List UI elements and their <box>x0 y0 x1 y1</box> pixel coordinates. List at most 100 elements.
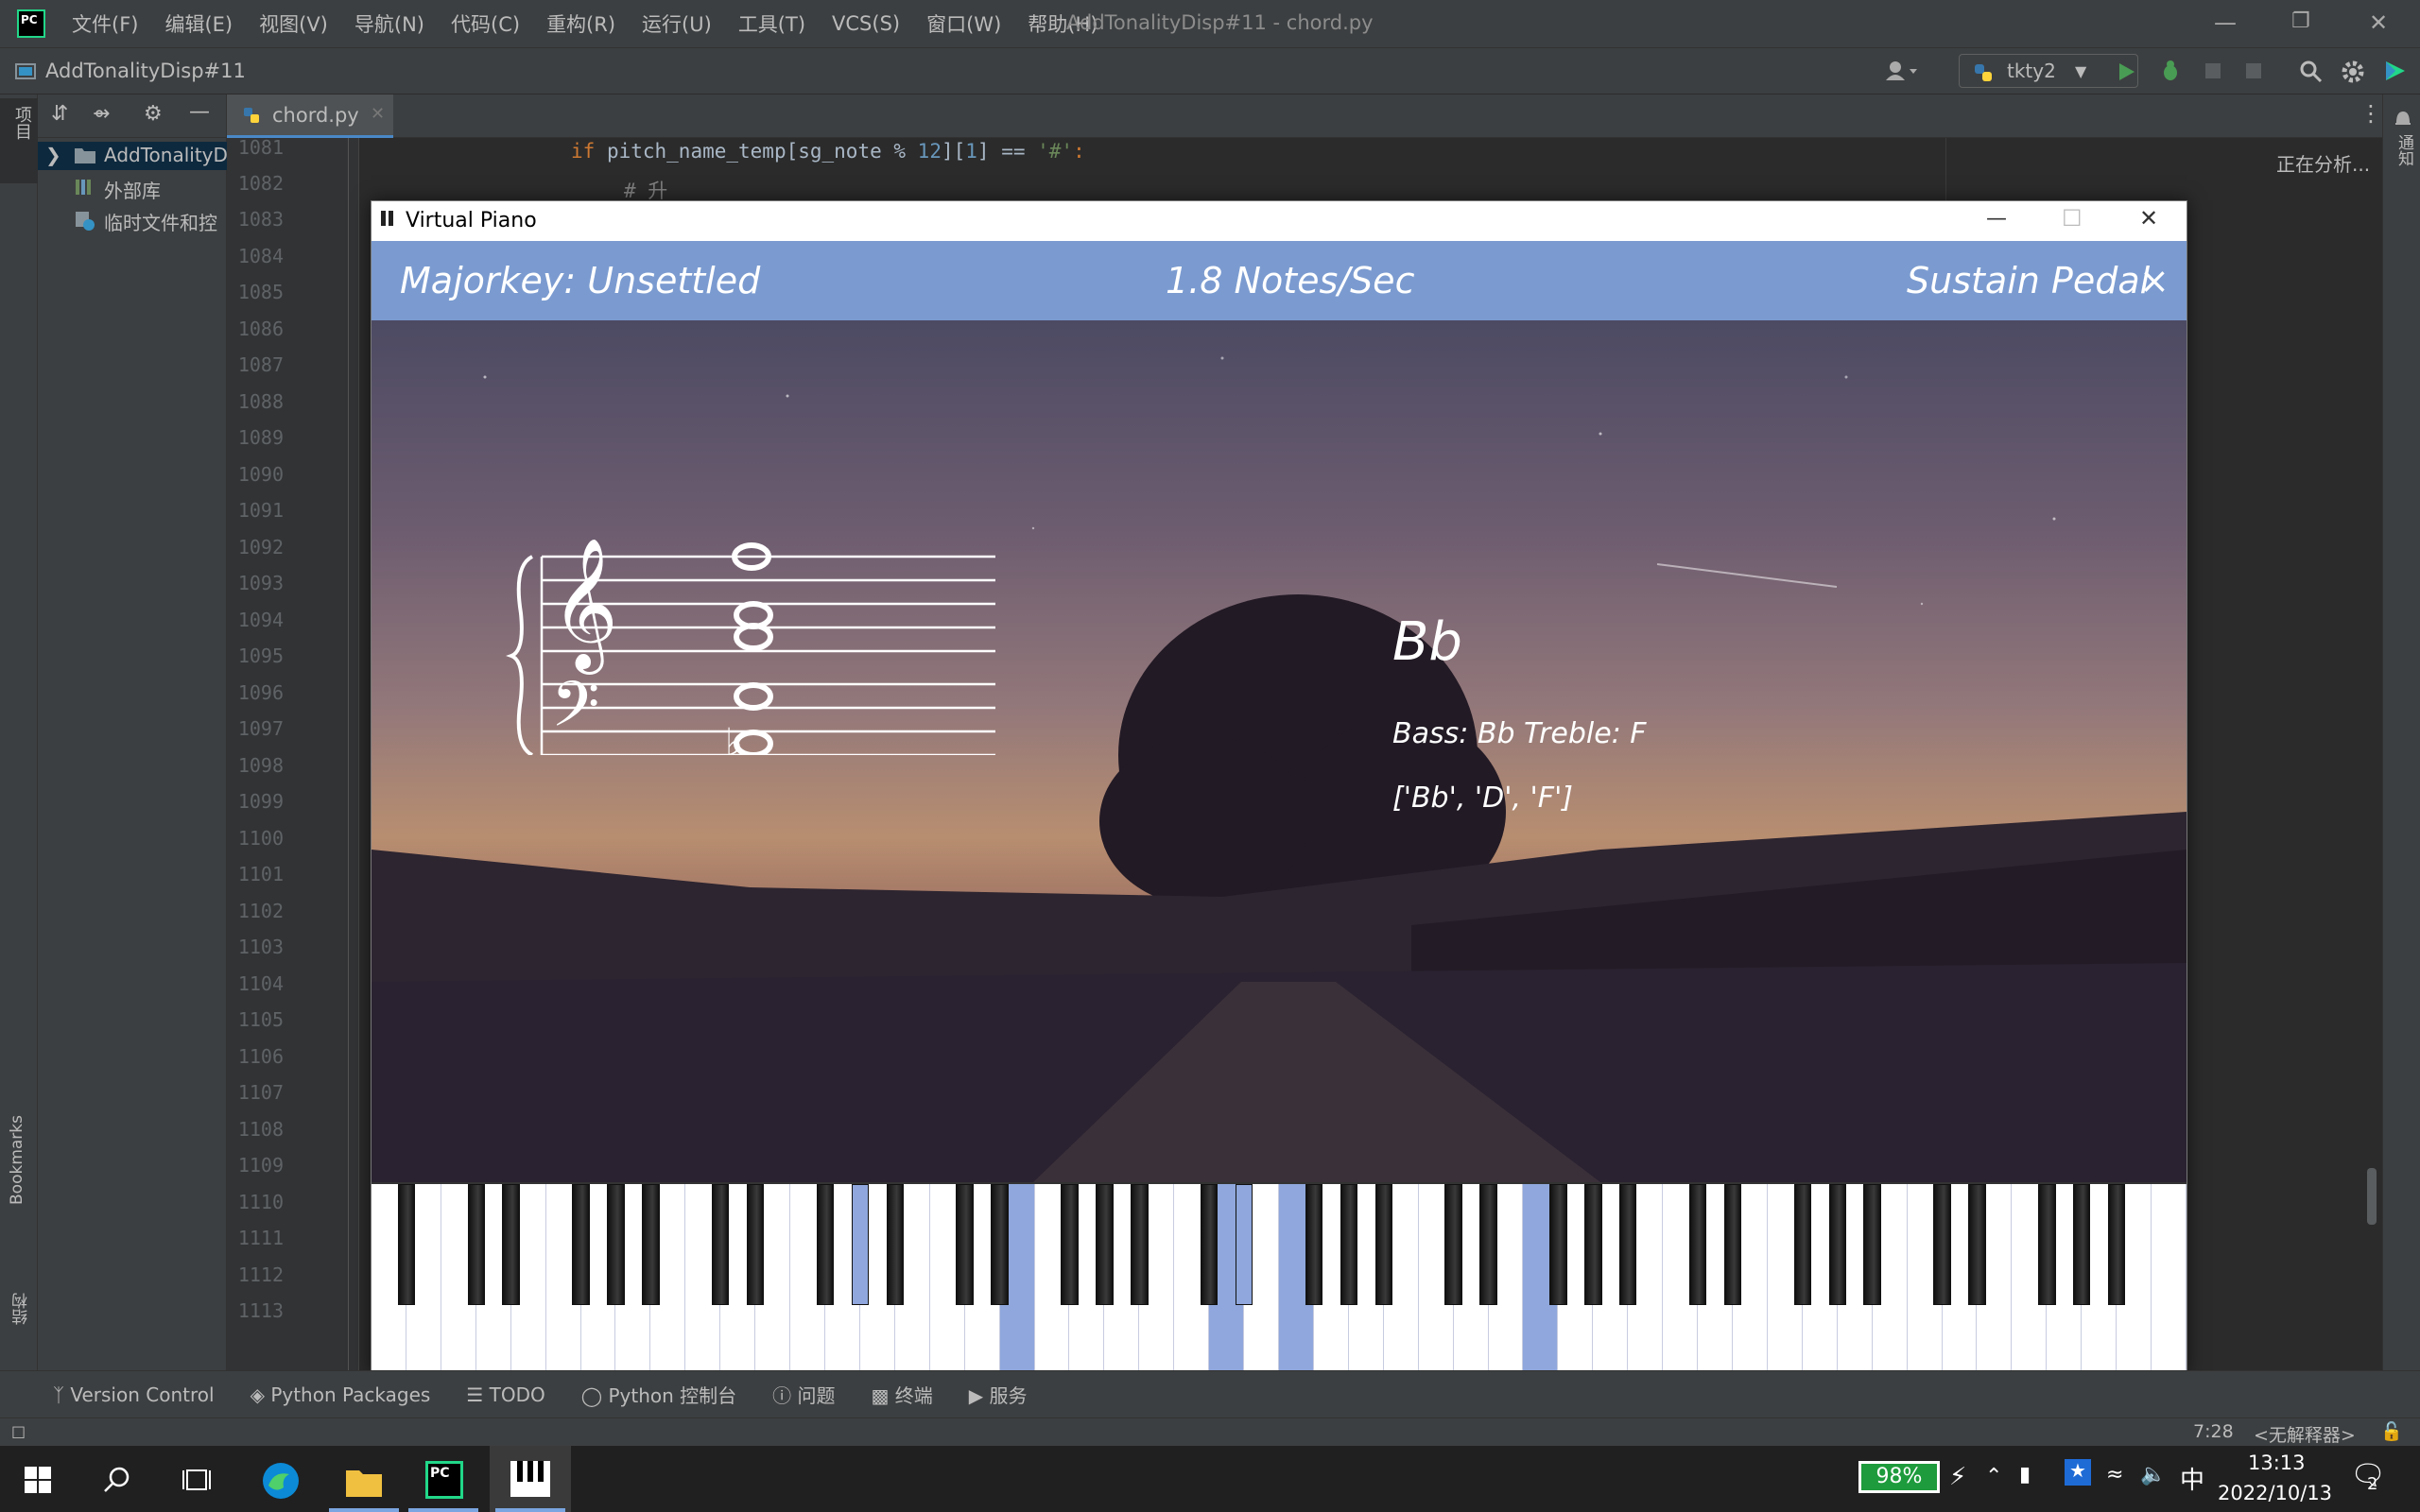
editor-scrollbar[interactable] <box>2367 1168 2377 1225</box>
todo-tab[interactable]: ☰ TODO <box>466 1383 544 1406</box>
project-tool-tab[interactable]: 项目 <box>0 98 38 183</box>
black-key[interactable] <box>1096 1184 1114 1305</box>
white-key[interactable] <box>2152 1184 2187 1373</box>
clock-date[interactable]: 2022/10/13 <box>2218 1482 2332 1504</box>
piano-minimize-icon[interactable]: — <box>1986 207 2007 231</box>
problems-tab[interactable]: ⓘ 问题 <box>772 1381 835 1408</box>
black-key[interactable] <box>746 1184 765 1305</box>
expand-arrow-icon[interactable]: ❯ <box>45 144 61 166</box>
bookmarks-tool-tab[interactable]: Bookmarks <box>8 1115 26 1205</box>
black-key[interactable] <box>397 1184 416 1305</box>
black-key[interactable] <box>572 1184 590 1305</box>
menu-run[interactable]: 运行(U) <box>642 9 712 38</box>
windows-start-icon[interactable] <box>25 1467 51 1493</box>
black-key[interactable] <box>2107 1184 2126 1305</box>
lock-icon[interactable]: 🔓 <box>2380 1420 2403 1442</box>
black-key[interactable] <box>851 1184 870 1305</box>
tray-chevron-icon[interactable]: ⌃ <box>1985 1465 2002 1488</box>
edge-browser-icon[interactable] <box>261 1461 301 1501</box>
python-console-tab[interactable]: ◯ Python 控制台 <box>581 1381 736 1408</box>
black-key[interactable] <box>2038 1184 2056 1305</box>
code-line-1081[interactable]: if pitch_name_temp[sg_note % 12][1] == '… <box>571 140 1085 163</box>
structure-tool-tab[interactable]: 结构 <box>9 1293 33 1325</box>
menu-edit[interactable]: 编辑(E) <box>164 9 233 38</box>
clock-time[interactable]: 13:13 <box>2248 1452 2306 1474</box>
black-key[interactable] <box>956 1184 974 1305</box>
close-icon[interactable]: ✕ <box>2369 9 2388 36</box>
tree-item-project[interactable]: AddTonalityD <box>104 144 227 166</box>
piano-maximize-icon[interactable]: ☐ <box>2062 205 2083 232</box>
taskbar-search-icon[interactable] <box>102 1465 132 1495</box>
piano-keyboard[interactable] <box>372 1182 2187 1373</box>
black-key[interactable] <box>1235 1184 1253 1305</box>
ime-indicator[interactable]: 中 <box>2180 1461 2204 1496</box>
black-key[interactable] <box>467 1184 485 1305</box>
menu-file[interactable]: 文件(F) <box>72 9 138 38</box>
run-config-dropdown[interactable]: tkty2 ▼ <box>1959 54 2138 88</box>
user-icon[interactable] <box>1885 60 1917 82</box>
battery-indicator[interactable]: 98% <box>1858 1461 1940 1493</box>
menu-window[interactable]: 窗口(W) <box>926 9 1001 38</box>
restore-icon[interactable]: ❐ <box>2291 9 2310 33</box>
minimize-icon[interactable]: — <box>2214 9 2237 36</box>
wifi-icon[interactable]: ≈ <box>2106 1463 2123 1486</box>
black-key[interactable] <box>2073 1184 2091 1305</box>
black-key[interactable] <box>1688 1184 1707 1305</box>
black-key[interactable] <box>712 1184 730 1305</box>
more-options-icon[interactable]: ⋮ <box>2360 100 2382 127</box>
terminal-tab[interactable]: ▩ 终端 <box>872 1381 933 1408</box>
sustain-close-icon[interactable]: × <box>2139 260 2169 301</box>
jetbrains-toolbox-icon[interactable] <box>2382 58 2409 84</box>
black-key[interactable] <box>1968 1184 1986 1305</box>
menu-tools[interactable]: 工具(T) <box>738 9 805 38</box>
python-packages-tab[interactable]: ◈ Python Packages <box>251 1383 431 1406</box>
black-key[interactable] <box>1200 1184 1219 1305</box>
black-key[interactable] <box>1828 1184 1846 1305</box>
black-key[interactable] <box>1863 1184 1881 1305</box>
debug-icon[interactable] <box>2159 60 2182 82</box>
black-key[interactable] <box>1479 1184 1497 1305</box>
battery-tray-icon[interactable]: ▮ <box>2019 1463 2031 1486</box>
black-key[interactable] <box>886 1184 905 1305</box>
black-key[interactable] <box>1061 1184 1079 1305</box>
volume-icon[interactable]: 🔈 <box>2140 1463 2166 1486</box>
black-key[interactable] <box>1305 1184 1323 1305</box>
tab-close-icon[interactable]: ✕ <box>371 104 385 124</box>
layout-icon[interactable]: □ <box>11 1422 26 1440</box>
black-key[interactable] <box>1723 1184 1742 1305</box>
search-icon[interactable] <box>2299 60 2324 84</box>
black-key[interactable] <box>1374 1184 1392 1305</box>
pycharm-taskbar-icon[interactable]: PC <box>425 1461 463 1499</box>
menu-navigate[interactable]: 导航(N) <box>354 9 424 38</box>
hide-panel-icon[interactable]: — <box>189 100 210 124</box>
coverage-icon[interactable] <box>2203 60 2225 82</box>
piano-close-icon[interactable]: ✕ <box>2139 205 2158 232</box>
bell-icon[interactable] <box>2393 108 2413 129</box>
services-tab[interactable]: ▶ 服务 <box>969 1381 1028 1408</box>
project-breadcrumb[interactable]: AddTonalityDisp#11 <box>45 60 246 82</box>
menu-view[interactable]: 视图(V) <box>259 9 328 38</box>
black-key[interactable] <box>1933 1184 1951 1305</box>
version-control-tab[interactable]: ᛉ Version Control <box>53 1383 215 1406</box>
black-key[interactable] <box>991 1184 1009 1305</box>
tree-item-scratches[interactable]: 临时文件和控 <box>104 208 227 235</box>
menu-refactor[interactable]: 重构(R) <box>546 9 615 38</box>
black-key[interactable] <box>607 1184 625 1305</box>
black-key[interactable] <box>1444 1184 1462 1305</box>
black-key[interactable] <box>1340 1184 1358 1305</box>
black-key[interactable] <box>1619 1184 1637 1305</box>
interpreter-status[interactable]: <无解释器> <box>2254 1421 2356 1447</box>
run-icon[interactable] <box>2118 61 2136 82</box>
piano-taskbar-button[interactable] <box>490 1446 571 1512</box>
task-view-icon[interactable] <box>182 1467 214 1493</box>
black-key[interactable] <box>816 1184 835 1305</box>
tab-chord-py[interactable]: chord.py ✕ <box>227 94 393 138</box>
black-key[interactable] <box>642 1184 660 1305</box>
black-key[interactable] <box>1584 1184 1602 1305</box>
black-key[interactable] <box>502 1184 520 1305</box>
tree-item-external-libs[interactable]: 外部库 <box>104 176 161 203</box>
black-key[interactable] <box>1793 1184 1812 1305</box>
app-tray-icon[interactable]: ★ <box>2065 1459 2091 1486</box>
caret-position[interactable]: 7:28 <box>2193 1421 2234 1442</box>
panel-gear-icon[interactable]: ⚙ <box>144 102 163 126</box>
